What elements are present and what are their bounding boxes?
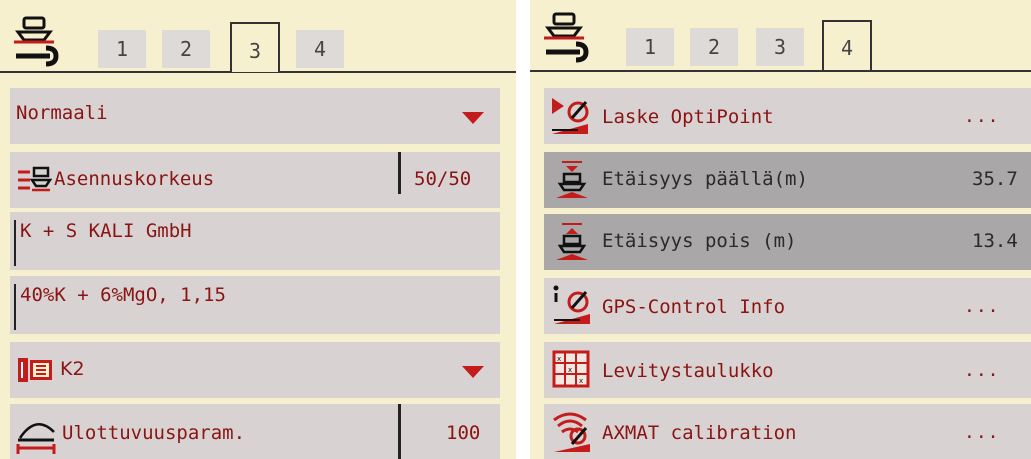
- install-height-value: 50/50: [414, 168, 472, 190]
- distance-off-value: 13.4: [972, 230, 1018, 252]
- machine-settings-icon: [14, 16, 59, 67]
- svg-text:x: x: [557, 355, 561, 363]
- disc-type-select[interactable]: K2: [10, 342, 500, 398]
- gps-info-icon: [553, 285, 590, 324]
- distance-off-row[interactable]: Etäisyys pois (m) 13.4: [544, 214, 1031, 270]
- tab-bar: 1 2 3 4: [530, 0, 1031, 80]
- tab-1[interactable]: 1: [98, 30, 146, 68]
- throw-param-row[interactable]: Ulottuvuusparam. 100: [10, 404, 500, 459]
- optipoint-calc-icon: [552, 98, 589, 134]
- mode-select[interactable]: Normaali: [10, 88, 500, 144]
- chevron-down-icon: [462, 366, 484, 378]
- gps-info-row[interactable]: GPS-Control Info ...: [544, 278, 1031, 334]
- value-separator: [398, 152, 401, 194]
- distance-off-label: Etäisyys pois (m): [602, 230, 797, 252]
- distance-off-icon: [556, 223, 588, 260]
- value-separator: [398, 404, 401, 459]
- tab-4[interactable]: 4: [822, 20, 872, 70]
- tab-3[interactable]: 3: [756, 28, 804, 66]
- spread-table-label: Levitystaulukko: [602, 360, 774, 382]
- axmat-calibration-icon: [553, 412, 590, 452]
- more-options: ...: [964, 106, 1000, 127]
- panel-gap: [516, 0, 530, 459]
- disc-value: K2: [60, 358, 85, 380]
- distance-on-label: Etäisyys päällä(m): [602, 168, 808, 190]
- fertilizer-name-field[interactable]: 40%K + 6%MgO, 1,15: [10, 276, 500, 334]
- more-options: ...: [964, 296, 1000, 317]
- throw-param-label: Ulottuvuusparam.: [62, 422, 246, 444]
- disc-icon: [18, 358, 52, 382]
- text-cursor: [14, 284, 16, 330]
- settings-panel-left: 1 2 3 4 Normaali Asennuskorkeus 50/50 K …: [0, 0, 516, 459]
- distance-on-row[interactable]: Etäisyys päällä(m) 35.7: [544, 152, 1031, 208]
- text-cursor: [14, 220, 16, 266]
- throw-range-icon: [16, 423, 56, 454]
- more-options: ...: [964, 422, 1000, 443]
- tab-4[interactable]: 4: [296, 30, 344, 68]
- optipoint-row[interactable]: Laske OptiPoint ...: [544, 88, 1031, 144]
- spread-table-row[interactable]: x x x Levitystaulukko ...: [544, 342, 1031, 398]
- optipoint-label: Laske OptiPoint: [602, 106, 774, 128]
- fertilizer-maker-field[interactable]: K + S KALI GmbH: [10, 212, 500, 270]
- distance-on-icon: [556, 161, 588, 198]
- svg-text:x: x: [568, 366, 572, 374]
- install-height-label: Asennuskorkeus: [54, 168, 215, 190]
- machine-settings-icon: [544, 12, 589, 63]
- tab-3[interactable]: 3: [230, 22, 280, 72]
- axmat-row[interactable]: AXMAT calibration ...: [544, 404, 1031, 459]
- mode-value: Normaali: [16, 102, 108, 124]
- install-height-icon: [18, 166, 52, 192]
- settings-panel-right: 1 2 3 4 Laske OptiPoint ... Etäisyys pää…: [530, 0, 1031, 459]
- svg-text:x: x: [579, 377, 583, 385]
- fertilizer-maker-value: K + S KALI GmbH: [20, 220, 192, 242]
- tab-bar: 1 2 3 4: [0, 0, 516, 80]
- chevron-down-icon: [462, 112, 484, 124]
- tab-1[interactable]: 1: [626, 28, 674, 66]
- distance-on-value: 35.7: [972, 168, 1018, 190]
- tab-2[interactable]: 2: [162, 30, 210, 68]
- install-height-row[interactable]: Asennuskorkeus 50/50: [10, 152, 500, 208]
- more-options: ...: [964, 360, 1000, 381]
- tab-baseline: [530, 70, 1031, 72]
- spread-table-icon: x x x: [552, 350, 590, 388]
- throw-param-value: 100: [446, 422, 481, 444]
- axmat-label: AXMAT calibration: [602, 422, 797, 444]
- gps-info-label: GPS-Control Info: [602, 296, 786, 318]
- tab-2[interactable]: 2: [690, 28, 738, 66]
- fertilizer-name-value: 40%K + 6%MgO, 1,15: [20, 284, 226, 306]
